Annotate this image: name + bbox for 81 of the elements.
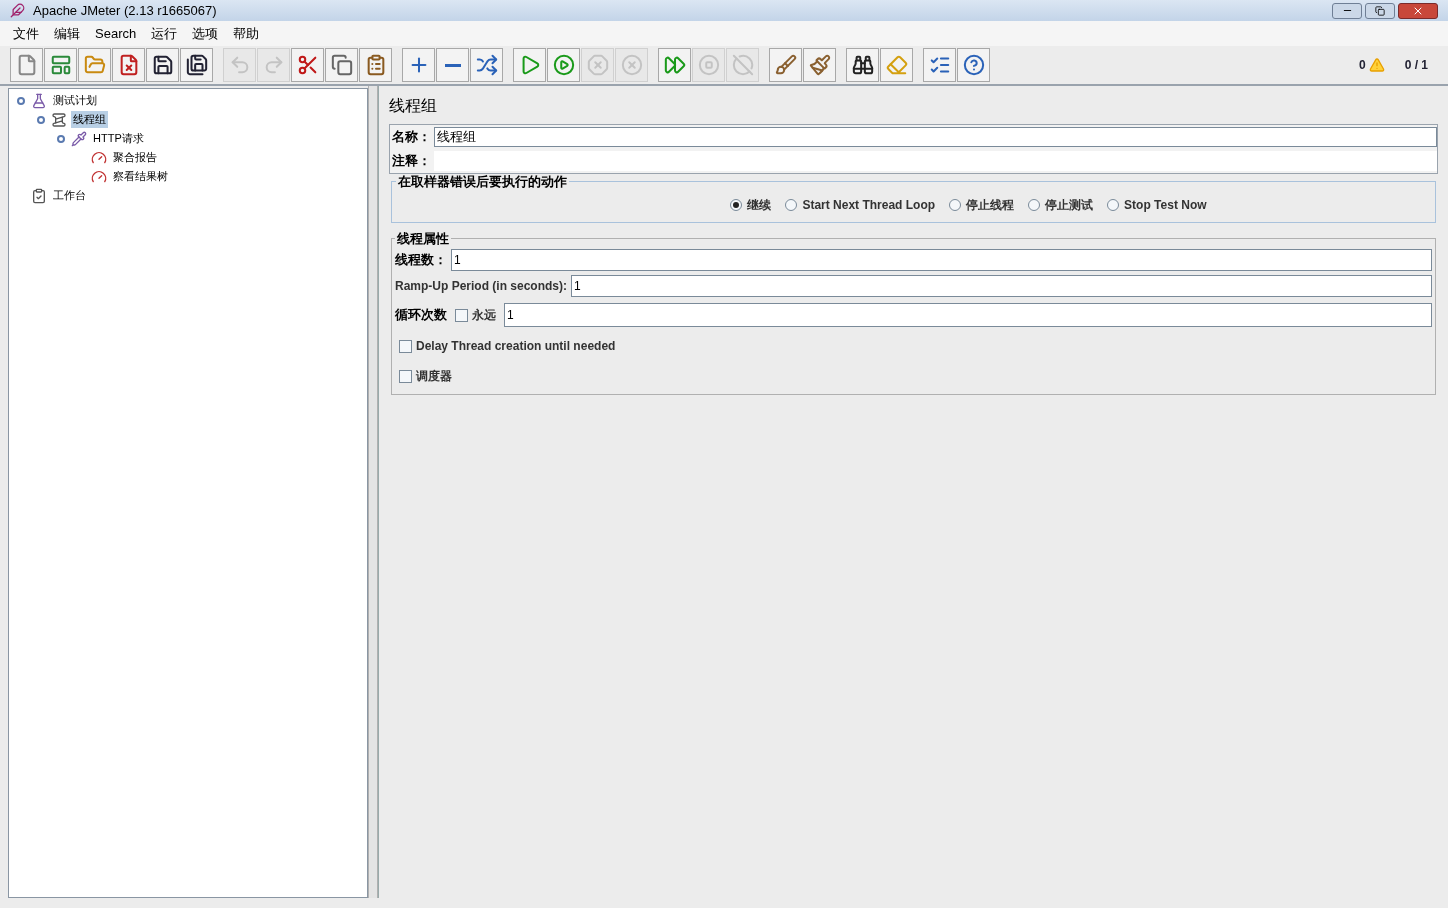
radio-label: 继续 xyxy=(747,196,772,214)
checkbox[interactable] xyxy=(455,308,468,322)
toolbar-button[interactable] xyxy=(180,48,213,82)
radio-button[interactable] xyxy=(1028,198,1041,211)
tree-item[interactable]: HTTP请求 xyxy=(91,130,146,147)
search-icon xyxy=(851,54,874,76)
feather-icon xyxy=(10,3,25,18)
radio-button[interactable] xyxy=(1107,198,1120,211)
threads-field[interactable]: 1 xyxy=(451,249,1432,271)
restore-button[interactable] xyxy=(1365,2,1395,19)
thread-count: 0 / 1 xyxy=(1404,57,1428,74)
save-as-icon xyxy=(185,54,208,76)
checkbox[interactable] xyxy=(399,369,412,383)
collapse-icon xyxy=(444,63,461,67)
panel-title: 线程组 xyxy=(389,96,438,116)
tree-handle-icon[interactable] xyxy=(57,134,65,143)
remote-stop-icon xyxy=(697,54,720,76)
field-label: 线程数： xyxy=(395,251,447,270)
checkbox-label: 调度器 xyxy=(416,368,452,385)
warning-icon xyxy=(1368,57,1385,73)
minimize-button[interactable] xyxy=(1332,2,1362,19)
close-button[interactable] xyxy=(1398,2,1438,19)
radio-label: 停止线程 xyxy=(966,196,1015,214)
templates-icon xyxy=(49,54,72,76)
tree-handle-icon[interactable] xyxy=(17,96,25,105)
tree-item[interactable]: 线程组 xyxy=(71,111,108,128)
gauge-icon xyxy=(91,149,107,166)
radio-label: 停止测试 xyxy=(1045,196,1094,214)
error-count: 0 xyxy=(1358,57,1366,74)
stop-icon xyxy=(586,54,609,76)
field-label: 循环次数 xyxy=(395,306,447,325)
copy-icon xyxy=(330,54,353,76)
toolbar-button[interactable] xyxy=(846,48,879,82)
cut-icon xyxy=(296,54,319,76)
window-title: Apache JMeter (2.13 r1665067) xyxy=(33,1,217,20)
toolbar-button[interactable] xyxy=(146,48,179,82)
menu-item[interactable]: Search xyxy=(88,23,144,44)
spool-icon xyxy=(51,111,67,128)
comment-field[interactable] xyxy=(434,151,1437,171)
checkbox-label: Delay Thread creation until needed xyxy=(416,338,616,355)
field-label: 名称： xyxy=(391,128,432,147)
flask-icon xyxy=(31,92,47,109)
help-icon xyxy=(962,54,985,76)
tree-handle-icon[interactable] xyxy=(37,115,45,124)
reset-search-icon xyxy=(885,54,908,76)
radio-button[interactable] xyxy=(949,198,962,211)
field-label: Ramp-Up Period (in seconds): xyxy=(395,278,567,295)
shutdown-icon xyxy=(620,54,643,76)
radio-label: Start Next Thread Loop xyxy=(802,196,936,214)
menu-item[interactable]: 选项 xyxy=(185,23,226,44)
menu-item[interactable]: 帮助 xyxy=(226,23,267,44)
rampup-field[interactable]: 1 xyxy=(571,275,1432,297)
group-title: 线程属性 xyxy=(396,229,450,248)
save-icon xyxy=(151,54,174,76)
clear-all-icon xyxy=(808,54,831,76)
loop-count-field[interactable]: 1 xyxy=(504,303,1432,327)
group-title: 在取样器错误后要执行的动作 xyxy=(397,173,568,191)
remote-start-icon xyxy=(663,54,686,76)
menu-item[interactable]: 文件 xyxy=(6,23,46,44)
toggle-icon xyxy=(475,54,498,76)
name-field[interactable]: 线程组 xyxy=(434,127,1437,147)
pipette-icon xyxy=(71,130,87,147)
field-label: 注释： xyxy=(391,152,432,171)
menu-item[interactable]: 编辑 xyxy=(47,23,87,44)
menu-item[interactable]: 运行 xyxy=(144,23,185,44)
tree-item[interactable]: 聚合报告 xyxy=(111,149,159,166)
tree-item[interactable]: 工作台 xyxy=(51,187,88,204)
clear-icon xyxy=(774,54,797,76)
tree-item[interactable]: 察看结果树 xyxy=(111,168,170,185)
start-no-pause-icon xyxy=(552,54,575,76)
restore-icon xyxy=(1375,5,1385,16)
checkbox-label: 永远 xyxy=(472,307,496,324)
radio-button[interactable] xyxy=(785,198,798,211)
clipboard-icon xyxy=(31,187,47,204)
tree-item[interactable]: 测试计划 xyxy=(51,92,99,109)
remote-shutdown-icon xyxy=(731,54,754,76)
open-folder-icon xyxy=(83,54,106,76)
gauge-icon xyxy=(91,168,107,185)
radio-button[interactable] xyxy=(730,198,743,211)
checkbox[interactable] xyxy=(399,339,412,353)
radio-label: Stop Test Now xyxy=(1124,196,1207,214)
